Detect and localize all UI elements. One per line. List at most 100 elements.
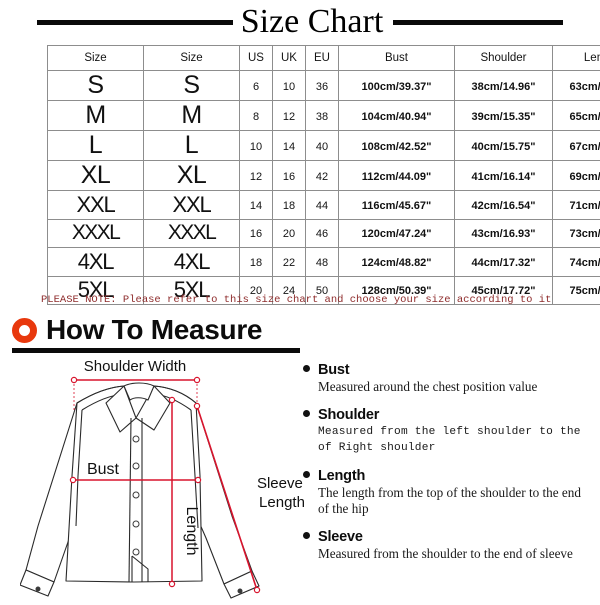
size-label-secondary: S — [144, 71, 240, 101]
eu-size-value-text: 46 — [316, 228, 328, 240]
definition-length: LengthThe length from the top of the sho… — [303, 468, 595, 517]
bust-value-text: 112cm/44.09" — [362, 171, 431, 183]
length-value: 73cm/28.74" — [553, 219, 600, 248]
uk-size-value-text: 10 — [283, 81, 295, 93]
size-label-secondary-text: XXL — [144, 192, 239, 218]
us-size-value-text: 10 — [250, 141, 262, 153]
us-size-value: 10 — [240, 131, 273, 161]
size-label-secondary: M — [144, 101, 240, 131]
eu-size-value-text: 36 — [316, 81, 328, 93]
us-size-value-text: 12 — [250, 171, 262, 183]
definition-description: Measured around the chest position value — [318, 379, 595, 395]
definition-description: Measured from the left shoulder to the o… — [318, 424, 595, 456]
bust-value: 104cm/40.94" — [339, 101, 455, 131]
us-size-value-text: 8 — [253, 111, 259, 123]
column-header-uk: UK — [273, 46, 306, 71]
table-header-row: Size Size US UK EU Bust Shoulder Length — [48, 46, 600, 71]
size-label-secondary-text: L — [144, 131, 239, 160]
us-size-value: 6 — [240, 71, 273, 101]
column-header-us: US — [240, 46, 273, 71]
size-label-secondary-text: S — [144, 71, 239, 100]
bust-value-text: 104cm/40.94" — [361, 111, 431, 123]
bust-value: 100cm/39.37" — [339, 71, 455, 101]
size-label-secondary: XXXL — [144, 219, 240, 248]
bust-value-text: 116cm/45.67" — [362, 200, 431, 212]
length-value-text: 74cm/29.13" — [570, 257, 600, 269]
shoulder-value-text: 41cm/16.14" — [472, 171, 536, 183]
length-value-text: 65cm/25.59" — [570, 111, 600, 123]
size-label-secondary: XL — [144, 161, 240, 191]
size-label-primary: M — [48, 101, 144, 131]
column-header-length: Length — [553, 46, 600, 71]
shoulder-value-text: 39cm/15.35" — [472, 111, 536, 123]
us-size-value-text: 16 — [250, 228, 262, 240]
bullet-icon — [303, 410, 310, 417]
definition-heading: Sleeve — [303, 529, 595, 545]
length-value: 67cm/26.38" — [553, 131, 600, 161]
shoulder-value: 38cm/14.96" — [455, 71, 553, 101]
bust-value: 116cm/45.67" — [339, 191, 455, 220]
us-size-value: 12 — [240, 161, 273, 191]
column-header-size-1: Size — [48, 46, 144, 71]
shoulder-value-text: 44cm/17.32" — [472, 257, 536, 269]
uk-size-value: 14 — [273, 131, 306, 161]
bust-value-text: 100cm/39.37" — [361, 81, 431, 93]
size-chart-table: Size Size US UK EU Bust Shoulder Length … — [47, 45, 600, 305]
bullet-icon — [303, 365, 310, 372]
definition-term: Sleeve — [318, 529, 363, 545]
how-to-measure-title: How To Measure — [46, 316, 262, 344]
table-row: SS61036100cm/39.37"38cm/14.96"63cm/24.80… — [48, 71, 600, 101]
right-cuff-button — [238, 589, 242, 593]
bust-value: 120cm/47.24" — [339, 219, 455, 248]
shoulder-value: 43cm/16.93" — [455, 219, 553, 248]
collar-band — [124, 383, 154, 400]
definition-shoulder: ShoulderMeasured from the left shoulder … — [303, 407, 595, 456]
shoulder-value: 40cm/15.75" — [455, 131, 553, 161]
eu-size-value: 42 — [306, 161, 339, 191]
column-header-size-2: Size — [144, 46, 240, 71]
eu-size-value: 46 — [306, 219, 339, 248]
table-row: LL101440108cm/42.52"40cm/15.75"67cm/26.3… — [48, 131, 600, 161]
page-title-bar: Size Chart — [0, 2, 600, 42]
size-label-secondary: 4XL — [144, 248, 240, 277]
size-label-primary: 4XL — [48, 248, 144, 277]
shoulder-value: 39cm/15.35" — [455, 101, 553, 131]
definition-term: Bust — [318, 362, 349, 378]
column-header-bust: Bust — [339, 46, 455, 71]
definition-term: Length — [318, 468, 365, 484]
bust-value-text: 120cm/47.24" — [361, 228, 431, 240]
table-row: MM81238104cm/40.94"39cm/15.35"65cm/25.59… — [48, 101, 600, 131]
us-size-value: 14 — [240, 191, 273, 220]
size-label-primary-text: S — [48, 71, 143, 100]
eu-size-value-text: 38 — [316, 111, 328, 123]
label-shoulder-width: Shoulder Width — [84, 358, 187, 375]
definition-description: The length from the top of the shoulder … — [318, 485, 595, 517]
garment-measurement-diagram: Shoulder Width Bust Length Sleeve Length — [20, 356, 310, 600]
bust-value: 112cm/44.09" — [339, 161, 455, 191]
size-label-primary: XXXL — [48, 219, 144, 248]
size-label-secondary: L — [144, 131, 240, 161]
bullet-icon — [303, 471, 310, 478]
size-label-primary: L — [48, 131, 144, 161]
eu-size-value: 38 — [306, 101, 339, 131]
size-label-primary: XXL — [48, 191, 144, 220]
label-sleeve-length: Sleeve Length — [257, 475, 307, 511]
shoulder-value-text: 40cm/15.75" — [472, 141, 536, 153]
length-value: 65cm/25.59" — [553, 101, 600, 131]
bust-value-text: 108cm/42.52" — [361, 141, 431, 153]
size-label-primary-text: M — [48, 101, 143, 130]
how-to-measure-underline — [12, 348, 300, 353]
us-size-value-text: 6 — [253, 81, 259, 93]
bullet-icon — [303, 532, 310, 539]
left-cuff-button — [36, 587, 40, 591]
length-value: 71cm/27.95" — [553, 191, 600, 220]
size-label-secondary-text: M — [144, 101, 239, 130]
definition-heading: Bust — [303, 362, 595, 378]
size-label-secondary: XXL — [144, 191, 240, 220]
column-header-shoulder: Shoulder — [455, 46, 553, 71]
eu-size-value: 36 — [306, 71, 339, 101]
ring-icon — [12, 318, 37, 343]
definition-description: Measured from the shoulder to the end of… — [318, 546, 595, 562]
eu-size-value-text: 48 — [316, 257, 328, 269]
size-label-secondary-text: 4XL — [144, 249, 239, 275]
